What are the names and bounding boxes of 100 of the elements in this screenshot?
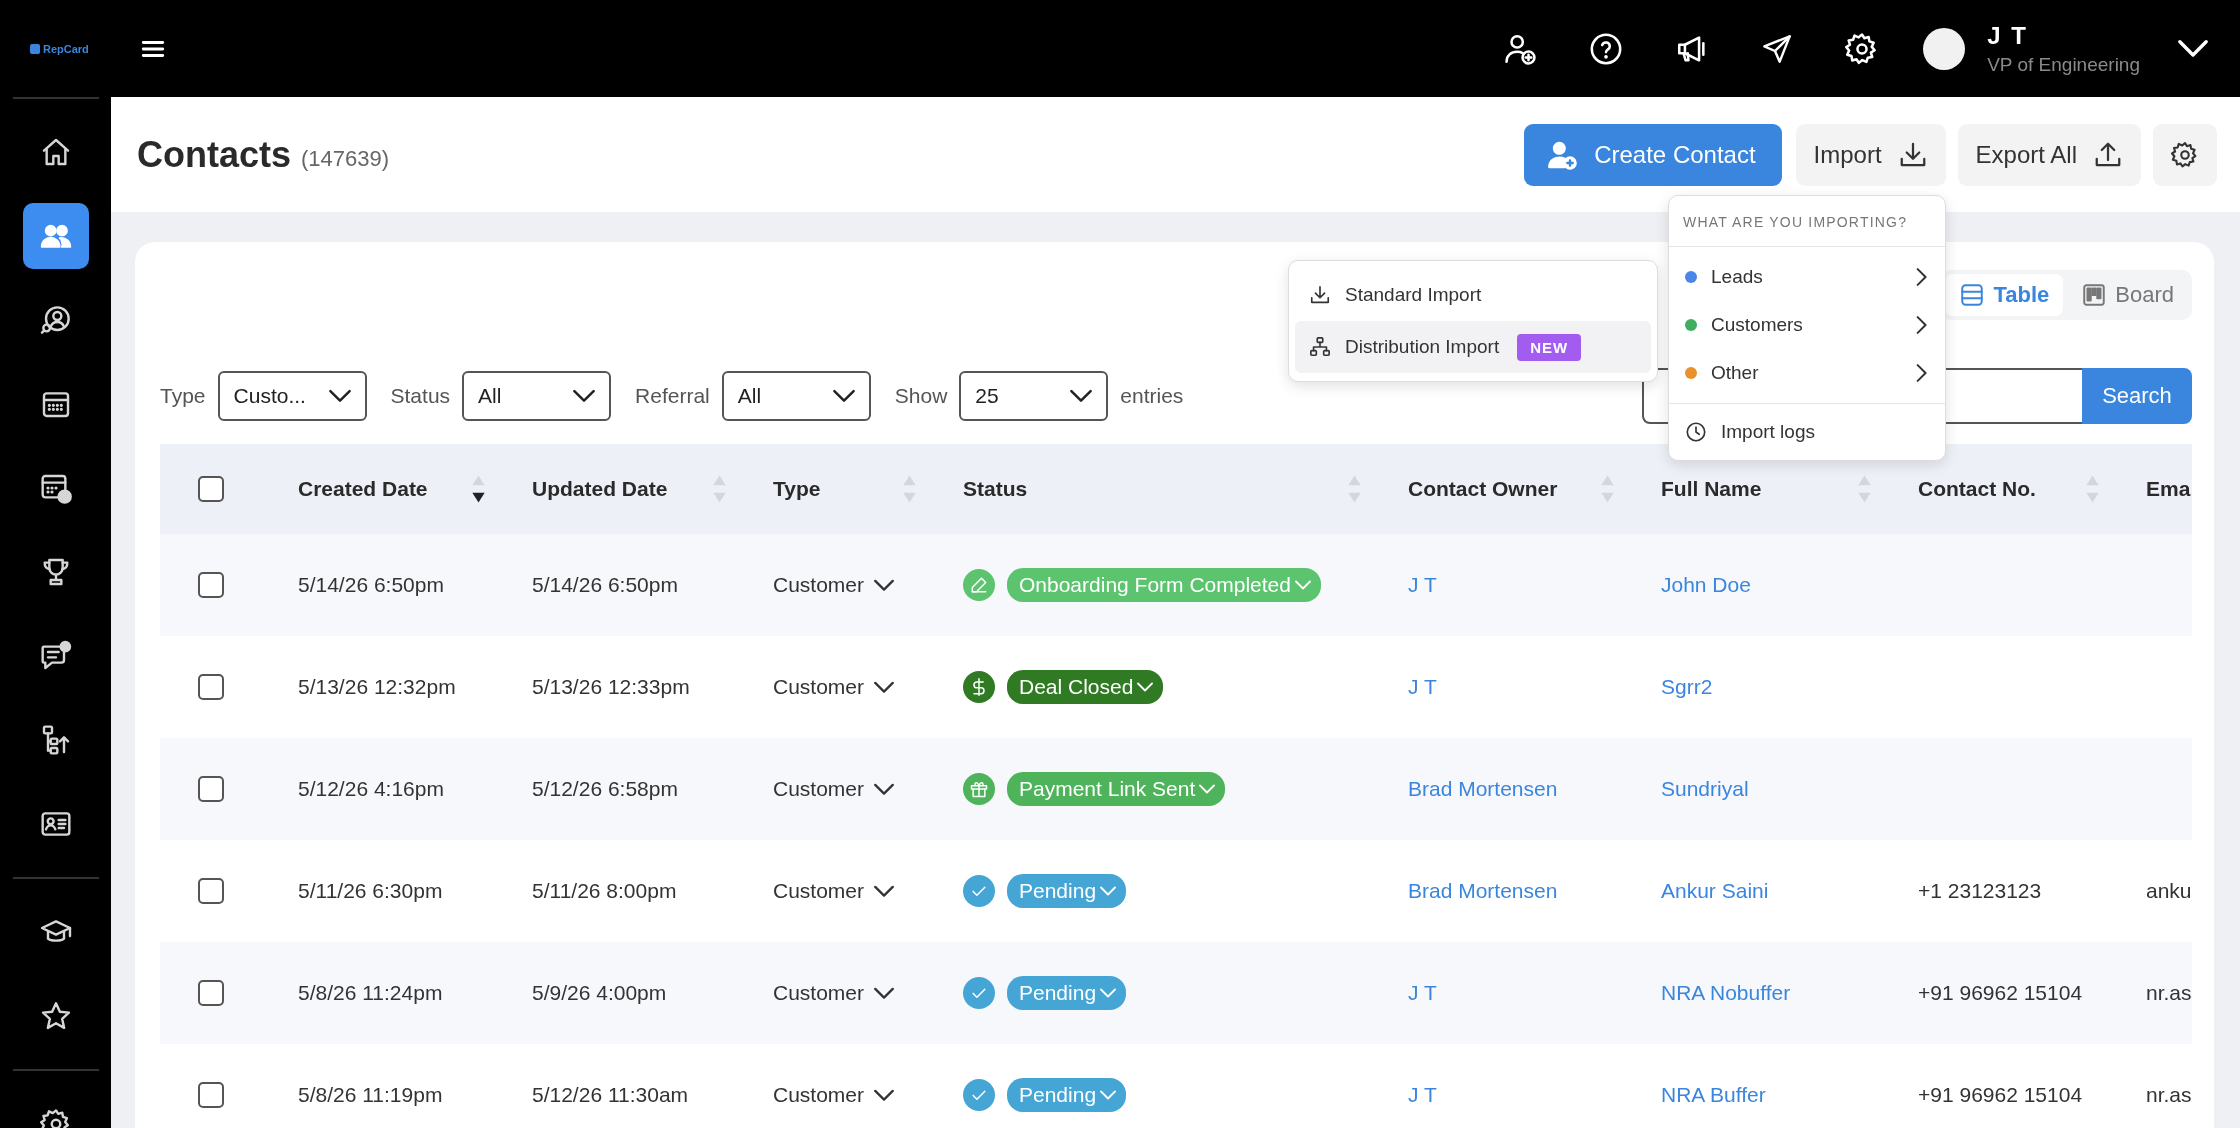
caret-icon — [874, 782, 895, 796]
table-cell: +91 96962 15104 — [1918, 1083, 2083, 1107]
checkbox[interactable] — [198, 476, 224, 502]
clock-icon — [1685, 421, 1707, 443]
menu-item[interactable]: Other — [1669, 349, 1945, 397]
table-cell: 5/9/26 4:00pm — [532, 981, 667, 1005]
new-badge: NEW — [1517, 333, 1582, 361]
checkbox[interactable] — [198, 1082, 224, 1108]
contact-count: (147639) — [301, 145, 390, 172]
filter-label: Status — [390, 384, 451, 408]
type-dropdown[interactable]: Customer — [773, 981, 895, 1005]
status-dropdown[interactable]: Pending — [1007, 874, 1127, 908]
chevron-right-icon — [1915, 268, 1927, 286]
column-header: Status — [963, 477, 1028, 501]
logo[interactable]: RepCard — [30, 42, 116, 55]
chat-icon — [39, 640, 72, 672]
view-tab[interactable]: Board — [2067, 274, 2188, 316]
menu-item[interactable]: Customers — [1669, 301, 1945, 349]
table-cell: 5/12/26 6:58pm — [532, 777, 678, 801]
sidebar-button[interactable] — [22, 203, 89, 269]
column-header: Created Date — [298, 477, 428, 501]
table-cell: 5/12/26 4:16pm — [298, 777, 444, 801]
contact-name-link[interactable]: Sundriyal — [1661, 777, 1749, 801]
table-cell: +1 23123123 — [1918, 879, 2042, 903]
checkbox[interactable] — [198, 776, 224, 802]
status-dropdown[interactable]: Pending — [1007, 1078, 1127, 1112]
filter-select[interactable]: All — [462, 371, 612, 421]
chevron-down-icon — [573, 389, 596, 403]
caret-icon — [1294, 580, 1311, 590]
user-name: J T — [1987, 21, 2029, 50]
table-cell: 5/8/26 11:24pm — [298, 981, 443, 1005]
caret-icon — [1137, 682, 1154, 692]
owner-link[interactable]: Brad Mortensen — [1408, 777, 1558, 801]
checkbox[interactable] — [198, 572, 224, 598]
contact-name-link[interactable]: Sgrr2 — [1661, 675, 1713, 699]
table-cell: 5/11/26 6:30pm — [298, 879, 443, 903]
avatar[interactable] — [1923, 27, 1966, 70]
help-button[interactable] — [1589, 31, 1624, 66]
owner-link[interactable]: J T — [1408, 981, 1437, 1005]
settings-button[interactable] — [2153, 123, 2217, 186]
user-menu-button[interactable] — [2178, 39, 2208, 58]
owner-link[interactable]: Brad Mortensen — [1408, 879, 1558, 903]
menu-item[interactable]: Distribution Import NEW — [1295, 321, 1651, 373]
type-dropdown[interactable]: Customer — [773, 777, 895, 801]
send-button[interactable] — [1761, 32, 1794, 65]
menu-heading: WHAT ARE YOU IMPORTING? — [1669, 196, 1945, 247]
column-header: Updated Date — [532, 477, 668, 501]
column-header: Full Name — [1661, 477, 1762, 501]
contact-name-link[interactable]: NRA Buffer — [1661, 1083, 1766, 1107]
table-cell: 5/8/26 11:19pm — [298, 1083, 443, 1107]
column-header: Contact No. — [1918, 477, 2036, 501]
status-dropdown[interactable]: Payment Link Sent — [1007, 772, 1226, 806]
hierarchy-icon — [1309, 336, 1331, 358]
download-icon — [1309, 284, 1331, 306]
table-cell: 5/11/26 8:00pm — [532, 879, 677, 903]
filter-select[interactable]: Custo... — [217, 371, 367, 421]
table-cell: 5/14/26 6:50pm — [298, 573, 444, 597]
gift-icon — [963, 773, 995, 805]
caret-icon — [1100, 886, 1117, 896]
type-dropdown[interactable]: Customer — [773, 675, 895, 699]
table-icon — [1959, 282, 1986, 308]
checkbox[interactable] — [198, 980, 224, 1006]
status-dropdown[interactable]: Deal Closed — [1007, 670, 1164, 704]
menu-item[interactable]: Standard Import — [1295, 269, 1651, 321]
send-icon — [1761, 32, 1794, 65]
chevron-right-icon — [1915, 316, 1927, 334]
export-button[interactable]: Export All — [1957, 123, 2141, 186]
import-button[interactable]: Import — [1795, 123, 1946, 186]
search-button[interactable]: Search — [2082, 368, 2192, 424]
star-icon — [39, 1000, 72, 1032]
contact-name-link[interactable]: NRA Nobuffer — [1661, 981, 1791, 1005]
contact-name-link[interactable]: Ankur Saini — [1661, 879, 1769, 903]
import-logs-item[interactable]: Import logs — [1669, 408, 1945, 456]
table-cell: nr.as — [2146, 981, 2192, 1005]
status-dropdown[interactable]: Pending — [1007, 976, 1127, 1010]
filter-select[interactable]: 25 — [959, 371, 1109, 421]
type-dropdown[interactable]: Customer — [773, 573, 895, 597]
status-dropdown[interactable]: Onboarding Form Completed — [1007, 568, 1321, 602]
column-header: Ema — [2146, 477, 2191, 501]
column-header: Type — [773, 477, 821, 501]
caret-icon — [1199, 784, 1216, 794]
caret-icon — [1100, 1090, 1117, 1100]
owner-link[interactable]: J T — [1408, 1083, 1437, 1107]
create-contact-button[interactable]: Create Contact — [1524, 123, 1782, 186]
contact-name-link[interactable]: John Doe — [1661, 573, 1751, 597]
table-cell: 5/13/26 12:32pm — [298, 675, 456, 699]
type-dropdown[interactable]: Customer — [773, 879, 895, 903]
owner-link[interactable]: J T — [1408, 675, 1437, 699]
chevron-down-icon — [2178, 39, 2208, 58]
view-tab[interactable]: Table — [1945, 274, 2064, 316]
menu-item[interactable]: Leads — [1669, 253, 1945, 301]
type-dropdown[interactable]: Customer — [773, 1083, 895, 1107]
checkbox[interactable] — [198, 878, 224, 904]
sort-icon[interactable] — [471, 473, 486, 505]
filter-label: Type — [160, 384, 206, 408]
filter-label: Show — [894, 384, 948, 408]
owner-link[interactable]: J T — [1408, 573, 1437, 597]
checkbox[interactable] — [198, 674, 224, 700]
filter-select[interactable]: All — [721, 371, 871, 421]
table-cell: +91 96962 15104 — [1918, 981, 2083, 1005]
